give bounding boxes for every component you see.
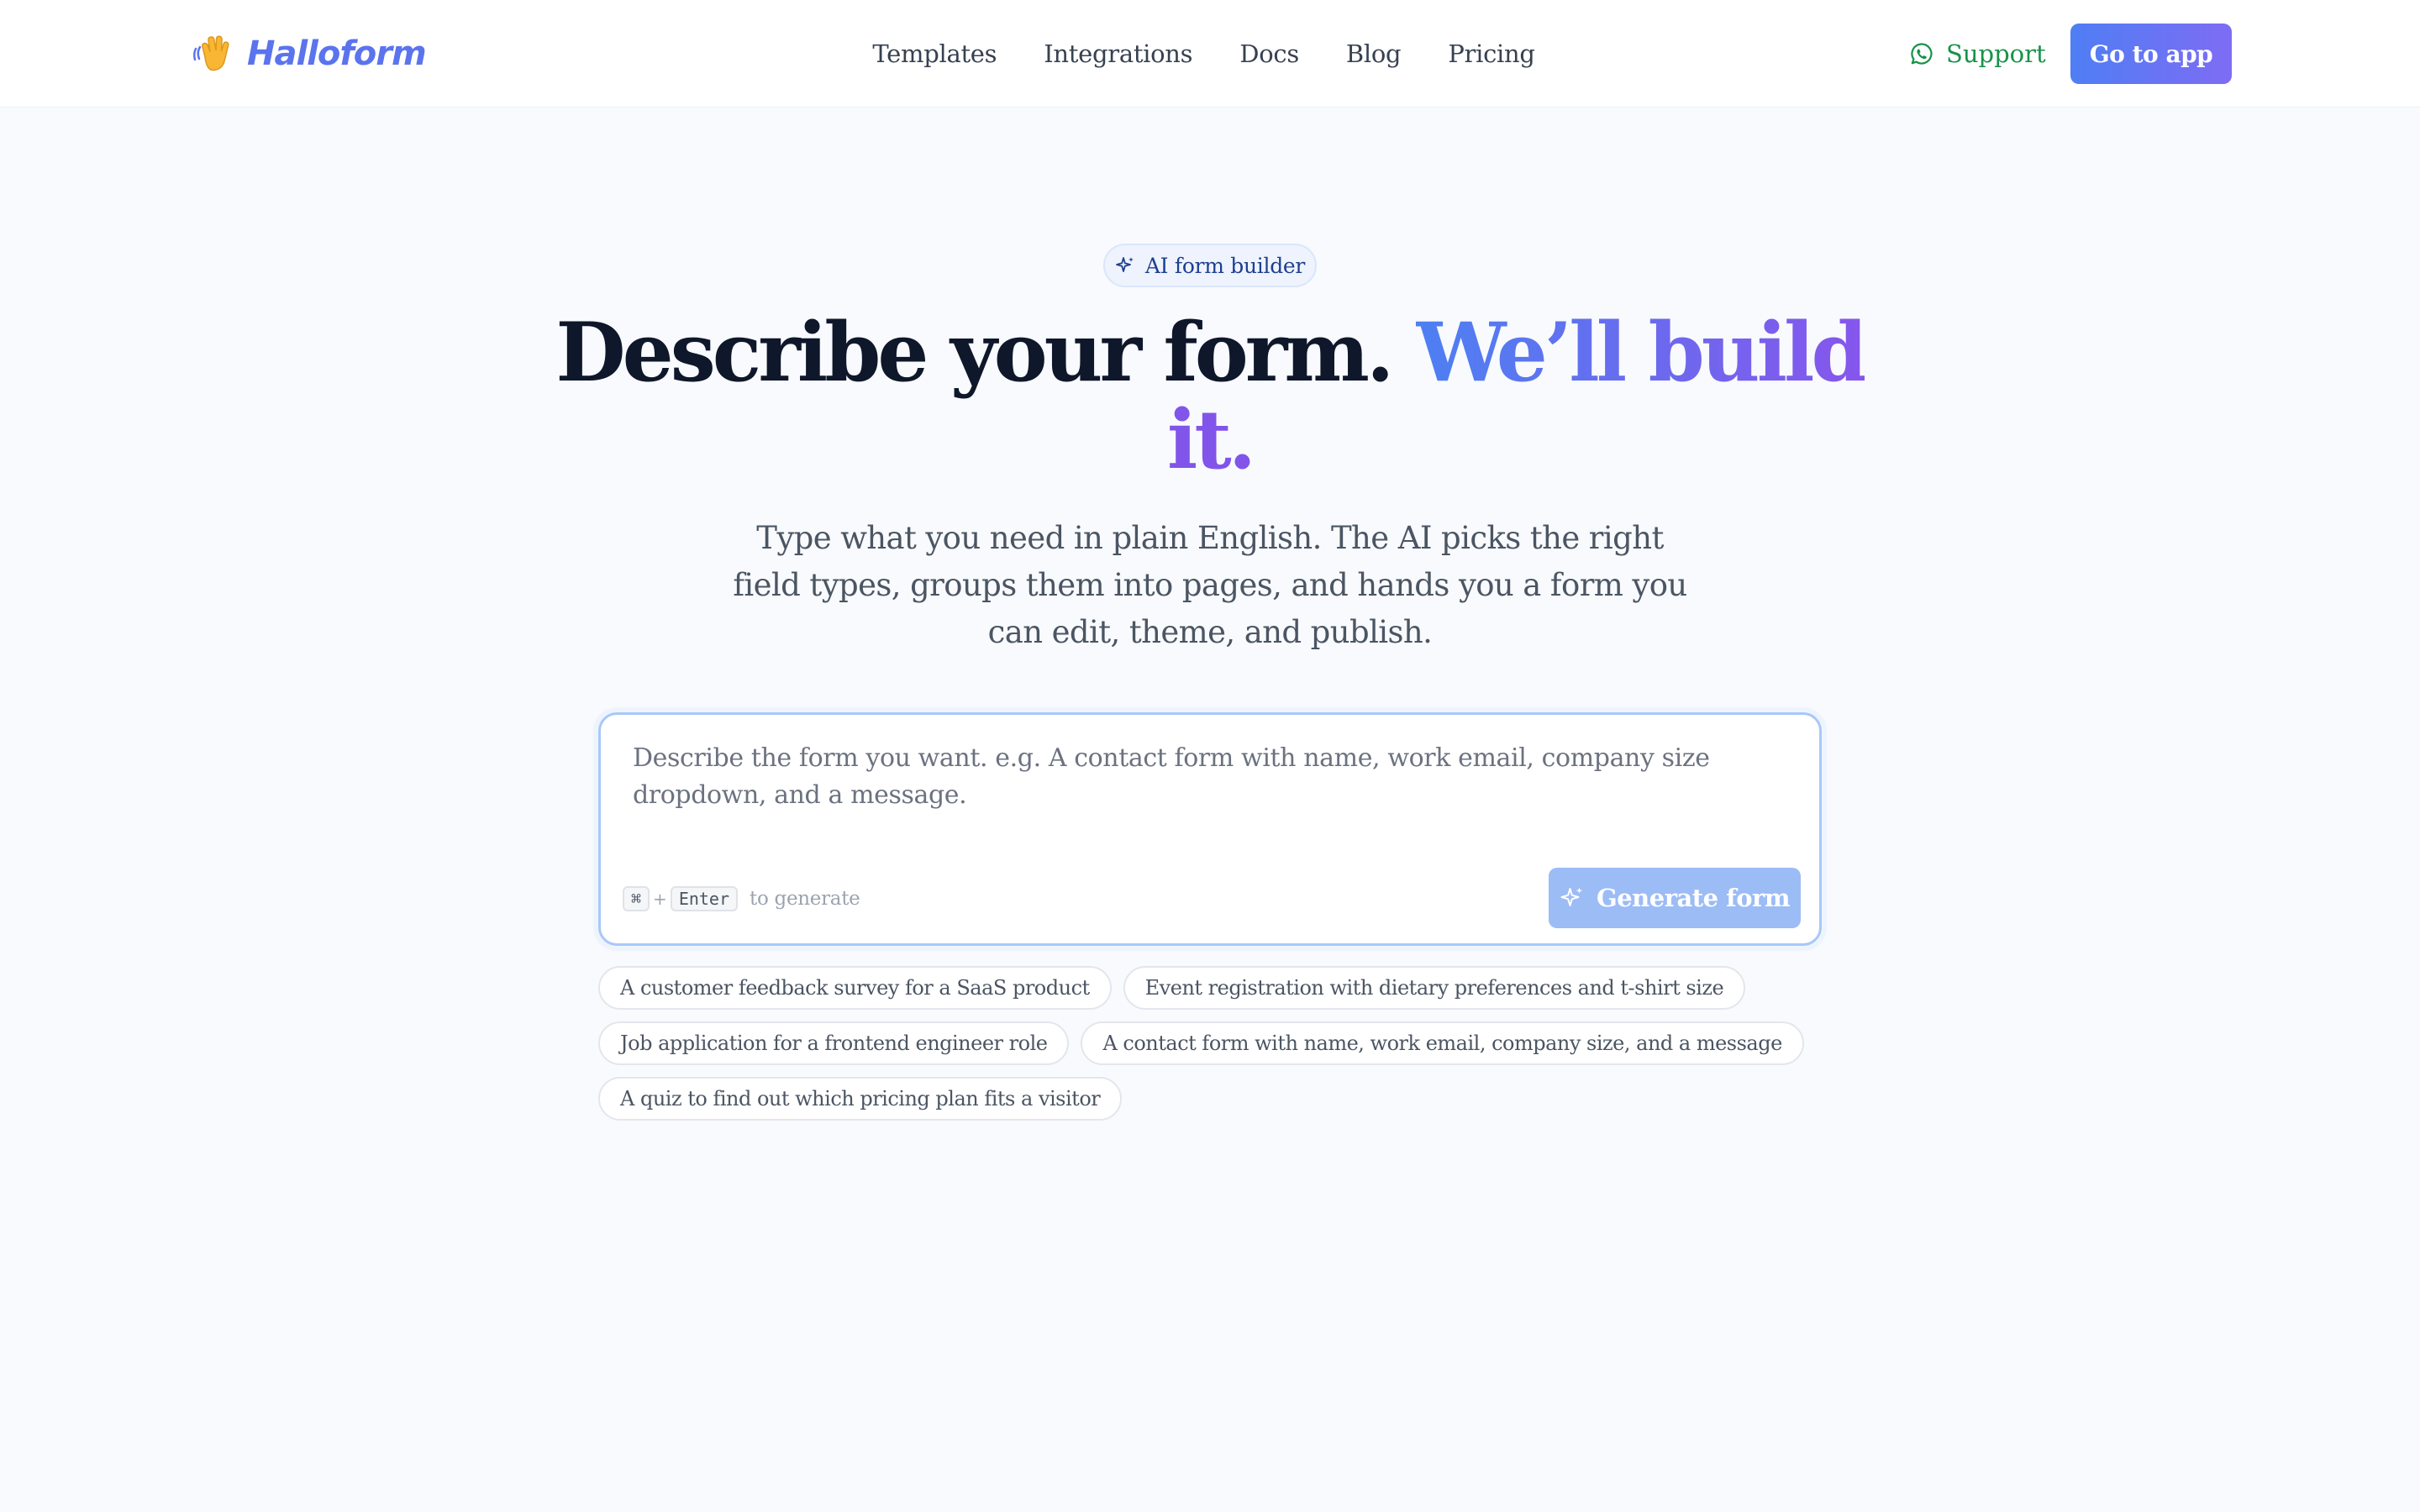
go-to-app-button[interactable]: Go to app: [2070, 24, 2232, 84]
page-headline: Describe your form. We’ll build it.: [538, 309, 1882, 484]
sparkle-icon: [1116, 257, 1134, 272]
suggestion-chip[interactable]: A quiz to find out which pricing plan fi…: [598, 1077, 1123, 1121]
suggestion-chip[interactable]: Job application for a frontend engineer …: [598, 1021, 1070, 1065]
generate-form-button[interactable]: Generate form: [1549, 868, 1801, 928]
nav-link-templates[interactable]: Templates: [872, 39, 997, 68]
nav-link-blog[interactable]: Blog: [1346, 39, 1402, 68]
suggestion-chip[interactable]: A customer feedback survey for a SaaS pr…: [598, 966, 1112, 1010]
form-description-input[interactable]: [633, 740, 1792, 832]
generate-form-label: Generate form: [1596, 884, 1791, 912]
nav-link-pricing[interactable]: Pricing: [1448, 39, 1535, 68]
headline-accent: We’ll build: [1415, 305, 1868, 400]
ai-form-builder-badge: AI form builder: [1103, 244, 1317, 287]
sparkle-icon: [1560, 887, 1583, 906]
support-label: Support: [1946, 39, 2046, 68]
suggestion-chip[interactable]: Event registration with dietary preferen…: [1123, 966, 1746, 1010]
badge-label: AI form builder: [1144, 253, 1306, 278]
main-nav: Templates Integrations Docs Blog Pricing: [0, 30, 2420, 77]
suggestion-chip[interactable]: A contact form with name, work email, co…: [1081, 1021, 1804, 1065]
headline-main: Describe your form.: [555, 305, 1394, 400]
headline-accent-end: it.: [1166, 392, 1256, 487]
whatsapp-icon: [1911, 43, 1933, 65]
form-description-box: ⌘ + Enter to generate Generate form: [598, 712, 1822, 946]
enter-key: Enter: [670, 886, 739, 911]
command-key: ⌘: [623, 886, 650, 911]
keyboard-shortcut-hint: ⌘ + Enter to generate: [623, 885, 860, 913]
shortcut-plus: +: [653, 889, 667, 909]
top-navigation-bar: Halloform Templates Integrations Docs Bl…: [0, 0, 2420, 108]
nav-link-integrations[interactable]: Integrations: [1044, 39, 1192, 68]
support-link[interactable]: Support: [1909, 30, 2046, 77]
nav-link-docs[interactable]: Docs: [1239, 39, 1299, 68]
suggestion-chips: A customer feedback survey for a SaaS pr…: [598, 966, 1822, 1121]
hero-subheadline: Type what you need in plain English. The…: [733, 520, 1687, 650]
shortcut-hint-text: to generate: [750, 888, 860, 910]
